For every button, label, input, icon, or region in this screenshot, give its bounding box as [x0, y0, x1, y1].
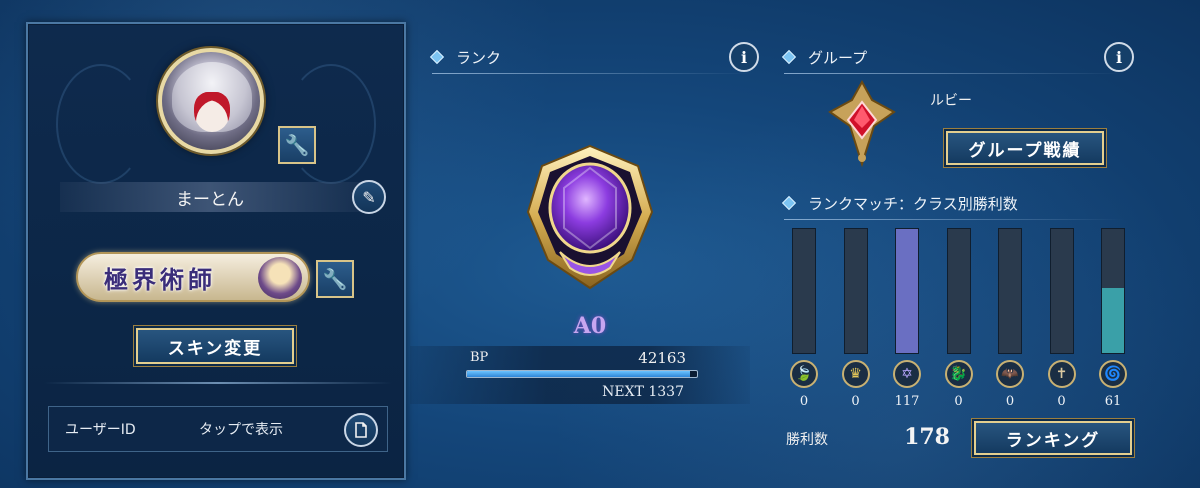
bar-value-label: 0 — [851, 394, 860, 409]
edit-title-button[interactable]: 🔧 — [316, 260, 354, 298]
bar-track — [895, 228, 919, 354]
rank-emblem — [526, 144, 654, 290]
group-section-header: グループ — [781, 42, 1134, 74]
next-bp-text: NEXT 1337 — [602, 384, 684, 400]
group-name: ルビー — [930, 93, 972, 109]
user-id-row[interactable]: ユーザーID タップで表示 — [48, 406, 388, 452]
bar-value-label: 0 — [799, 394, 809, 409]
rank-match-title: ランクマッチ：クラス別勝利数 — [808, 194, 1018, 213]
edit-name-button[interactable]: ✎ — [352, 180, 386, 214]
bar-track — [843, 228, 868, 354]
bar-track — [1049, 228, 1074, 354]
header-underline — [784, 73, 1124, 74]
user-id-label: ユーザーID — [65, 422, 136, 438]
group-info-button[interactable]: i — [1104, 42, 1134, 72]
magic-circle-icon: ✡ — [893, 360, 921, 388]
header-diamond-icon — [429, 49, 445, 65]
cross-icon: ✝ — [1047, 360, 1076, 388]
ranking-button[interactable]: ランキング — [974, 421, 1132, 455]
skin-change-button[interactable]: スキン変更 — [136, 328, 294, 364]
avatar[interactable] — [158, 48, 264, 154]
rank-section-title: ランク — [456, 48, 502, 67]
bar-value-label: 0 — [1005, 394, 1015, 409]
panel-ornament-left — [56, 64, 146, 184]
rank-info-button[interactable]: i — [729, 42, 759, 72]
bar — [1102, 288, 1124, 353]
rank-section-header: ランク — [429, 42, 762, 74]
header-underline — [784, 219, 1124, 220]
crown-icon: ♛ — [841, 360, 870, 388]
header-diamond-icon — [781, 195, 797, 211]
wins-label: 勝利数 — [786, 432, 828, 448]
wins-total: 178 — [904, 424, 950, 450]
swirl-icon: 🌀 — [1099, 360, 1127, 388]
rank-match-section-header: ランクマッチ：クラス別勝利数 — [781, 188, 1134, 220]
player-name-bar: まーとん — [60, 182, 360, 212]
wrench-icon: 🔧 — [322, 267, 348, 291]
bp-label: BP — [470, 350, 489, 365]
info-icon: i — [1115, 47, 1123, 67]
wrench-icon: 🔧 — [284, 133, 310, 157]
dragon-icon: 🐉 — [944, 360, 973, 388]
divider — [44, 382, 392, 384]
title-badge: 極界術師 — [76, 252, 310, 302]
bar-value-label: 0 — [954, 394, 963, 409]
bp-progress-bar — [466, 370, 698, 378]
ruby-group-emblem — [828, 80, 896, 168]
skin-change-label: スキン変更 — [167, 338, 263, 359]
bar-value-label: 61 — [1104, 394, 1122, 409]
group-record-button[interactable]: グループ戦績 — [946, 131, 1104, 165]
user-id-value: タップで表示 — [199, 422, 283, 438]
bat-icon: 🦇 — [996, 360, 1024, 388]
bp-value: 42163 — [638, 349, 686, 367]
group-record-label: グループ戦績 — [968, 140, 1082, 161]
bar-track — [792, 228, 816, 354]
ranking-label: ランキング — [1005, 430, 1101, 451]
bp-progress-fill — [467, 371, 691, 377]
leaf-icon: 🍃 — [790, 360, 818, 388]
pencil-icon: ✎ — [362, 187, 376, 207]
bar-track — [1101, 228, 1125, 354]
copy-icon — [355, 422, 367, 438]
panel-ornament-right — [286, 64, 376, 184]
group-section-title: グループ — [808, 48, 868, 67]
class-wins-chart: 🍃 0 ♛ 0 ✡ 117 🐉 0 🦇 0 ✝ 0 🌀 61 — [780, 228, 1140, 409]
header-diamond-icon — [781, 49, 797, 65]
bar-track — [998, 228, 1022, 354]
player-name: まーとん — [176, 189, 244, 210]
rank-name: A0 — [573, 313, 607, 339]
copy-user-id-button[interactable] — [344, 413, 378, 447]
title-text: 極界術師 — [104, 264, 216, 294]
bar-value-label: 0 — [1057, 394, 1066, 409]
bar — [896, 229, 918, 353]
edit-avatar-button[interactable]: 🔧 — [278, 126, 316, 164]
bar-value-label: 117 — [894, 394, 920, 409]
header-underline — [432, 73, 752, 74]
profile-panel: 🔧 まーとん ✎ 極界術師 🔧 スキン変更 ユーザーID タップで表示 — [26, 22, 406, 480]
info-icon: i — [740, 47, 748, 67]
bar-track — [946, 228, 971, 354]
